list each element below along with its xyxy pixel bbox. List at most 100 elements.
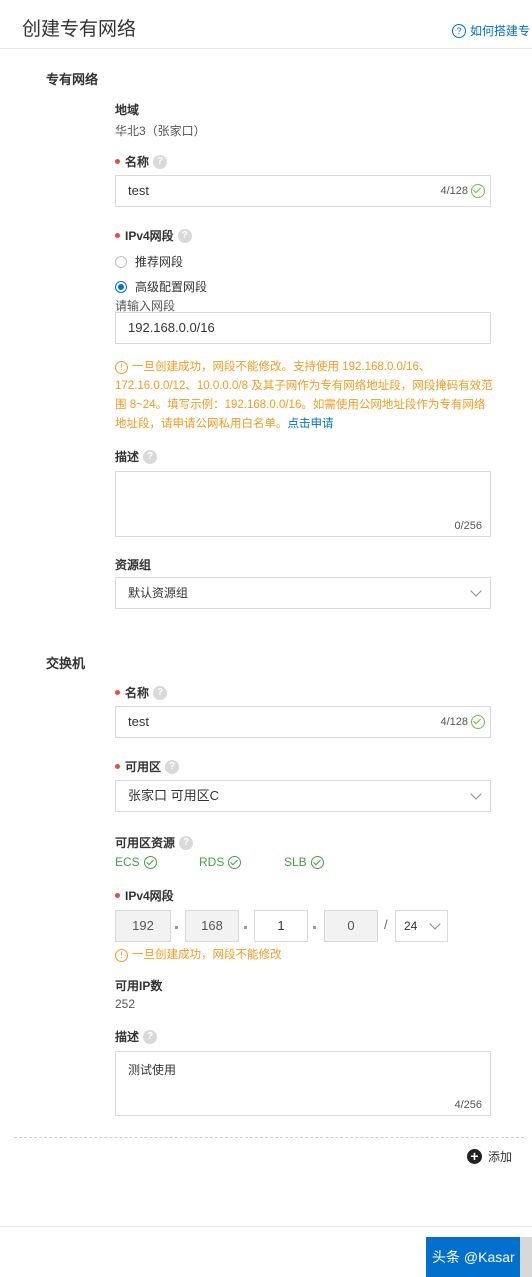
help-link-label: 如何搭建专 — [470, 24, 531, 38]
radio-selected-icon — [115, 280, 127, 293]
ip-dot — [313, 926, 316, 929]
chevron-down-icon — [470, 585, 482, 597]
vpc-desc-label-text: 描述 — [115, 450, 140, 464]
region-value: 华北3（张家口） — [115, 124, 206, 138]
plus-circle-icon: + — [467, 1149, 482, 1164]
region-label-text: 地域 — [115, 103, 140, 117]
question-icon[interactable]: ? — [153, 154, 168, 169]
vpc-name-label-text: 名称 — [125, 155, 150, 169]
vswitch-desc-counter: 4/256 — [454, 1099, 482, 1111]
vpc-name-label: 名称 ? — [115, 153, 168, 170]
vswitch-name-label: 名称 ? — [115, 684, 168, 701]
resource-slb-label: SLB — [284, 855, 307, 869]
help-circle-icon: ? — [452, 23, 466, 38]
ip-octet-3-input[interactable]: 1 — [254, 910, 308, 942]
vswitch-desc-label-text: 描述 — [115, 1030, 140, 1044]
warning-icon: ! — [115, 361, 128, 374]
required-dot — [115, 690, 120, 695]
check-circle-icon — [471, 184, 485, 198]
vpc-name-value: test — [128, 183, 149, 198]
chevron-down-icon — [470, 788, 482, 800]
radio-advanced[interactable]: 高级配置网段 — [115, 278, 207, 295]
resource-ecs: ECS — [115, 855, 157, 869]
question-icon[interactable]: ? — [177, 228, 192, 243]
resource-ecs-label: ECS — [115, 855, 140, 869]
vswitch-ipv4-label-text: IPv4网段 — [125, 889, 174, 903]
vpc-section-title: 专有网络 — [46, 72, 99, 87]
resource-group-label-text: 资源组 — [115, 558, 152, 572]
vpc-desc-label: 描述 ? — [115, 448, 158, 465]
vswitch-section-title: 交换机 — [46, 656, 86, 671]
zone-label-text: 可用区 — [125, 760, 162, 774]
resource-group-select[interactable]: 默认资源组 — [115, 577, 491, 609]
vswitch-name-value: test — [128, 714, 149, 729]
vswitch-desc-textarea[interactable]: 测试使用 4/256 — [115, 1051, 491, 1116]
resource-slb: SLB — [284, 855, 324, 869]
mask-select[interactable]: 24 — [395, 910, 448, 942]
section-divider — [14, 1137, 524, 1138]
vswitch-name-input[interactable]: test 4/128 — [115, 706, 491, 738]
page-title: 创建专有网络 — [22, 19, 137, 40]
radio-recommended[interactable]: 推荐网段 — [115, 253, 183, 270]
chevron-down-icon — [429, 918, 441, 930]
resource-rds: RDS — [199, 855, 242, 869]
resource-group-label: 资源组 — [115, 556, 151, 573]
vpc-ipv4-warning: ! 一旦创建成功，网段不能修改。支持使用 192.168.0.0/16、172.1… — [115, 358, 495, 434]
vswitch-desc-label: 描述 ? — [115, 1028, 158, 1045]
question-icon[interactable]: ? — [143, 449, 158, 464]
mask-value: 24 — [404, 919, 418, 933]
question-icon[interactable]: ? — [153, 685, 168, 700]
required-dot — [115, 893, 120, 898]
check-circle-icon — [228, 855, 242, 869]
resource-rds-label: RDS — [199, 855, 225, 869]
vswitch-ipv4-warning: ! 一旦创建成功，网段不能修改 — [115, 946, 282, 965]
zone-resources-label: 可用区资源 ? — [115, 834, 194, 851]
vpc-desc-counter: 0/256 — [454, 520, 482, 532]
vpc-desc-textarea[interactable]: 0/256 — [115, 471, 491, 537]
zone-select[interactable]: 张家口 可用区C — [115, 780, 491, 812]
header-divider — [0, 48, 532, 49]
add-vswitch-button[interactable]: + 添加 — [467, 1148, 512, 1165]
ip-octet-4: 0 — [324, 910, 378, 942]
watermark: 头条 @Kasar — [432, 1249, 515, 1265]
vpc-ipv4-label-text: IPv4网段 — [125, 229, 174, 243]
vswitch-ipv4-label: IPv4网段 — [115, 887, 174, 904]
required-dot — [115, 233, 120, 238]
question-icon[interactable]: ? — [179, 835, 194, 850]
vswitch-desc-value: 测试使用 — [128, 1063, 177, 1077]
radio-circle-icon — [115, 255, 127, 268]
question-icon[interactable]: ? — [165, 759, 180, 774]
check-circle-icon — [471, 715, 485, 729]
vswitch-name-label-text: 名称 — [125, 686, 150, 700]
help-link[interactable]: ? 如何搭建专 — [452, 22, 530, 39]
ip-dot — [175, 926, 178, 929]
footer-divider — [0, 1226, 532, 1227]
zone-value: 张家口 可用区C — [128, 788, 220, 803]
radio-advanced-label: 高级配置网段 — [135, 280, 208, 294]
ip-octet-2: 168 — [185, 910, 239, 942]
vpc-ipv4-label: IPv4网段 ? — [115, 227, 192, 244]
required-dot — [115, 159, 120, 164]
add-label: 添加 — [488, 1150, 513, 1164]
ip-dot — [244, 926, 247, 929]
vpc-ipv4-input[interactable]: 192.168.0.0/16 — [115, 312, 491, 344]
vpc-name-input[interactable]: test 4/128 — [115, 175, 491, 207]
region-label: 地域 — [115, 101, 139, 118]
cancel-button-edge[interactable] — [520, 1237, 532, 1277]
available-ip-label: 可用IP数 — [115, 977, 162, 994]
warning-icon: ! — [115, 949, 128, 962]
vpc-ipv4-value: 192.168.0.0/16 — [128, 320, 215, 335]
check-circle-icon — [310, 855, 324, 869]
available-ip-value: 252 — [115, 997, 136, 1011]
zone-label: 可用区 ? — [115, 758, 180, 775]
radio-recommended-label: 推荐网段 — [135, 255, 184, 269]
zone-resources-label-text: 可用区资源 — [115, 836, 176, 850]
ip-octet-1: 192 — [115, 910, 171, 942]
question-icon[interactable]: ? — [143, 1029, 158, 1044]
vswitch-name-counter: 4/128 — [440, 716, 468, 728]
available-ip-label-text: 可用IP数 — [115, 979, 163, 993]
resource-group-value: 默认资源组 — [128, 586, 189, 600]
apply-link[interactable]: 点击申请 — [288, 418, 334, 430]
required-dot — [115, 764, 120, 769]
check-circle-icon — [143, 855, 157, 869]
